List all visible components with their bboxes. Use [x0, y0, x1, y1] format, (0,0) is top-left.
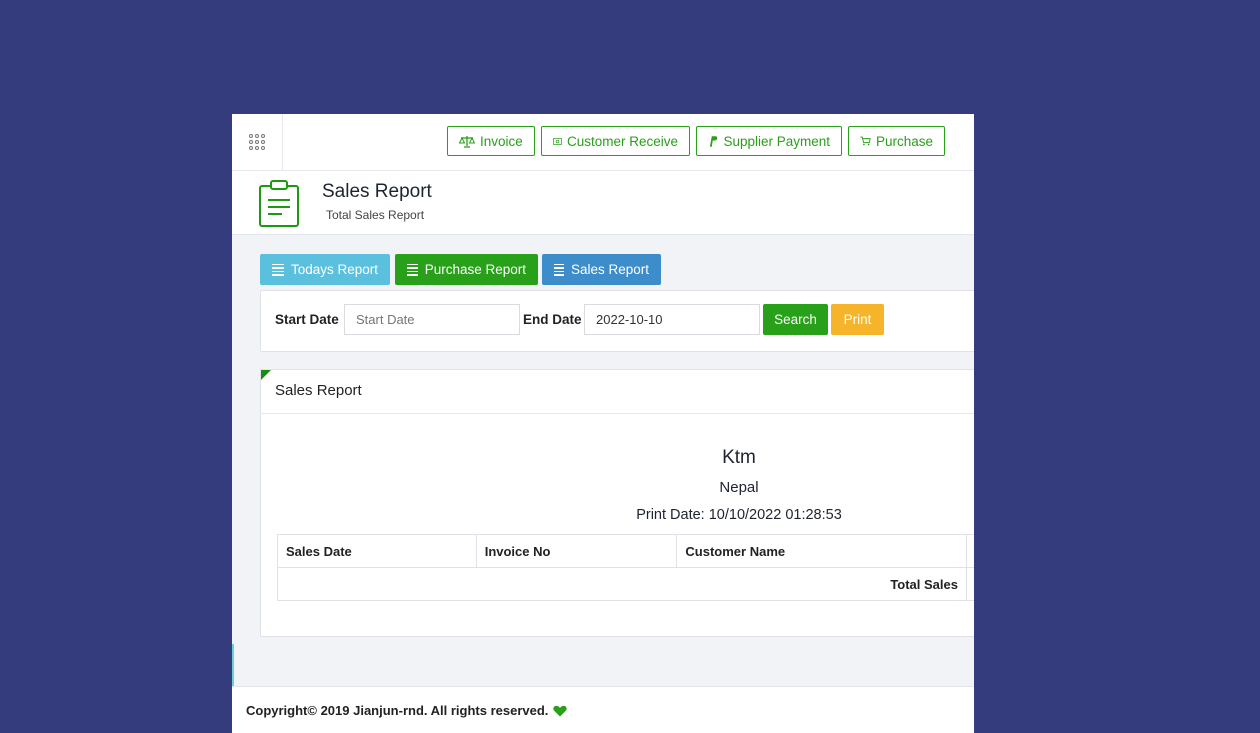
invoice-button[interactable]: Invoice — [447, 126, 535, 156]
customer-receive-label: Customer Receive — [566, 133, 678, 149]
company-address: Nepal — [719, 479, 759, 496]
purchase-button[interactable]: Purchase — [848, 126, 945, 156]
start-date-input[interactable] — [344, 304, 520, 335]
list-icon — [272, 263, 284, 276]
cart-icon — [860, 136, 871, 146]
purchase-label: Purchase — [875, 133, 933, 149]
panel-title: Sales Report — [275, 382, 362, 399]
tab-purchase-report[interactable]: Purchase Report — [395, 254, 538, 285]
print-button[interactable]: Print — [831, 304, 884, 335]
page-title: Sales Report — [322, 181, 432, 202]
customer-receive-button[interactable]: Customer Receive — [541, 126, 690, 156]
footer: Copyright© 2019 Jianjun-rnd. All rights … — [232, 686, 974, 733]
column-header: Customer Name — [676, 534, 967, 568]
print-date: Print Date: 10/10/2022 01:28:53 — [636, 507, 842, 523]
money-icon — [553, 137, 562, 145]
paypal-icon — [709, 135, 718, 147]
page-subtitle: Total Sales Report — [326, 208, 425, 222]
end-date-input[interactable] — [584, 304, 760, 335]
tab-purchase-report-label: Purchase Report — [424, 262, 526, 277]
copyright-text: Copyright© 2019 Jianjun-rnd. All rights … — [246, 703, 549, 718]
table-header-row: Sales Date Invoice No Customer Name — [277, 534, 974, 568]
sidebar-edge — [232, 644, 234, 686]
top-bar: Invoice Customer Receive Supplier Paymen… — [232, 114, 974, 171]
clipboard-icon — [259, 180, 299, 227]
total-sales-label: Total Sales — [277, 567, 967, 601]
column-header: Invoice No — [475, 534, 678, 568]
invoice-label: Invoice — [480, 133, 523, 149]
copyright: Copyright© 2019 Jianjun-rnd. All rights … — [246, 703, 568, 718]
list-icon — [407, 263, 418, 276]
list-icon — [554, 263, 564, 276]
tab-todays-report-label: Todays Report — [290, 262, 378, 277]
grid-dots-icon — [249, 134, 265, 150]
supplier-payment-label: Supplier Payment — [723, 133, 830, 149]
table-total-row: Total Sales — [277, 567, 974, 601]
total-sales-value — [966, 567, 974, 601]
start-date-label: Start Date — [275, 312, 339, 327]
sales-table: Sales Date Invoice No Customer Name Tota… — [277, 534, 974, 601]
date-filter-form: Start Date End Date Search Print — [260, 290, 974, 352]
report-panel: Sales Report Ktm Nepal Print Date: 10/10… — [260, 369, 974, 637]
tab-sales-report-label: Sales Report — [570, 262, 649, 277]
company-name: Ktm — [722, 447, 756, 468]
balance-scale-icon — [459, 135, 475, 148]
search-button[interactable]: Search — [763, 304, 828, 335]
heart-icon — [553, 705, 568, 716]
end-date-label: End Date — [523, 312, 582, 327]
supplier-payment-button[interactable]: Supplier Payment — [696, 126, 842, 156]
app-window: Invoice Customer Receive Supplier Paymen… — [232, 114, 974, 733]
panel-header: Sales Report — [261, 370, 974, 414]
page-header: Sales Report Total Sales Report — [232, 171, 974, 235]
tab-sales-report[interactable]: Sales Report — [542, 254, 661, 285]
column-header-extra — [966, 534, 974, 568]
apps-menu-button[interactable] — [232, 114, 283, 170]
tab-todays-report[interactable]: Todays Report — [260, 254, 390, 285]
column-header: Sales Date — [277, 534, 477, 568]
